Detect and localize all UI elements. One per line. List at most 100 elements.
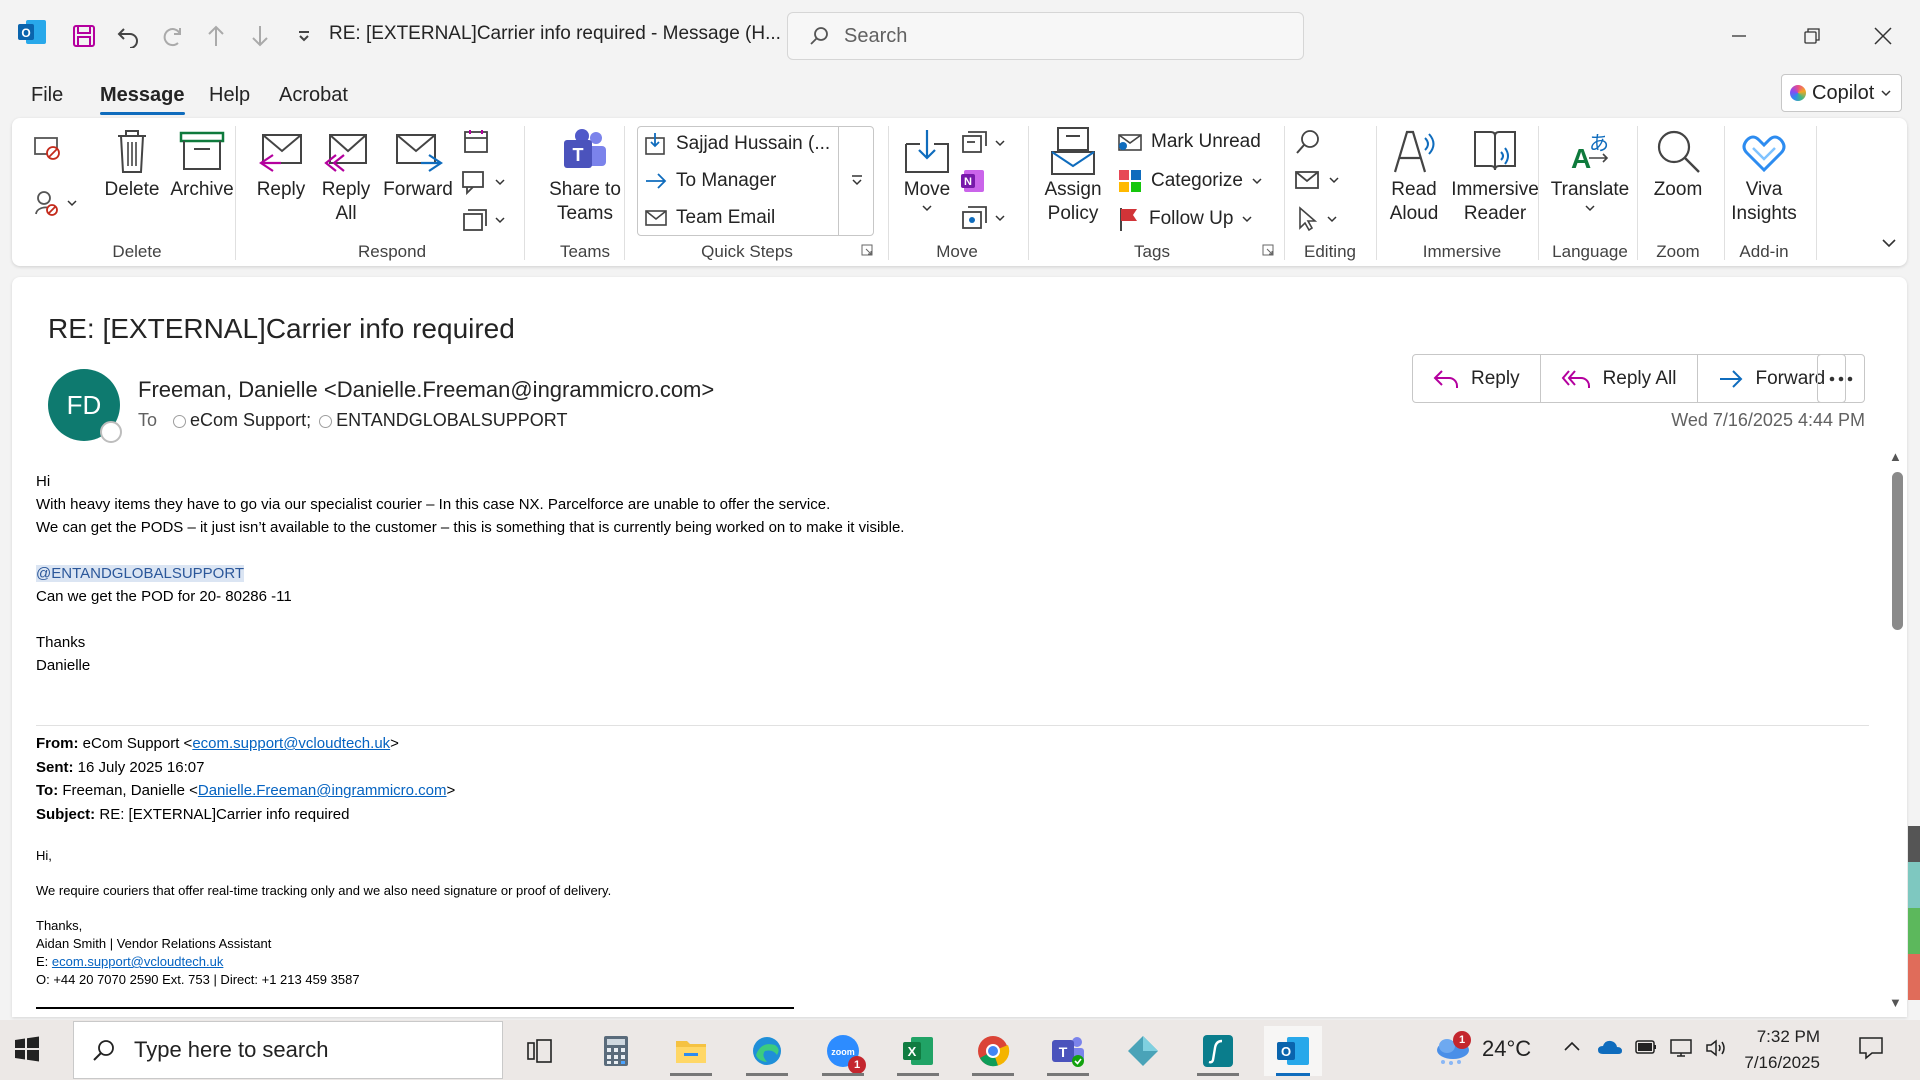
side-tab[interactable] bbox=[1908, 908, 1920, 954]
tab-help[interactable]: Help bbox=[209, 84, 250, 107]
calculator-app[interactable] bbox=[587, 1026, 645, 1076]
tags-launcher-icon[interactable] bbox=[1262, 244, 1274, 259]
temperature[interactable]: 24°C bbox=[1482, 1036, 1531, 1062]
translate-button[interactable]: Aあ Translate bbox=[1544, 126, 1636, 214]
read-aloud-label-1: Read bbox=[1391, 179, 1437, 200]
arrow-down-icon[interactable] bbox=[238, 14, 282, 58]
scroll-up-icon[interactable]: ▲ bbox=[1889, 449, 1902, 464]
outlook-app[interactable]: O bbox=[1264, 1026, 1322, 1076]
immersive-reader-button[interactable]: Immersive Reader bbox=[1448, 126, 1542, 226]
chevron-up-icon bbox=[1564, 1041, 1580, 1051]
zoom-button[interactable]: Zoom bbox=[1645, 126, 1711, 202]
chrome-app[interactable] bbox=[964, 1026, 1022, 1076]
onedrive-icon[interactable] bbox=[1597, 1038, 1623, 1062]
taskbar-search-placeholder: Type here to search bbox=[134, 1037, 329, 1062]
read-aloud-button[interactable]: Read Aloud bbox=[1380, 126, 1448, 226]
email-link[interactable]: ecom.support@vcloudtech.uk bbox=[52, 954, 223, 969]
quickstep-label: Team Email bbox=[676, 207, 776, 228]
app-script[interactable] bbox=[1189, 1026, 1247, 1076]
reply-all-action-button[interactable]: Reply All bbox=[1541, 355, 1698, 402]
follow-up-button[interactable]: Follow Up bbox=[1117, 206, 1253, 232]
quickstep-sajjad[interactable]: Sajjad Hussain (... bbox=[644, 132, 830, 156]
edge-app[interactable] bbox=[738, 1026, 796, 1076]
restore-button[interactable] bbox=[1782, 14, 1842, 58]
side-tab[interactable] bbox=[1908, 954, 1920, 1000]
customize-qat-icon[interactable] bbox=[282, 14, 326, 58]
categorize-button[interactable]: Categorize bbox=[1117, 168, 1263, 194]
minimize-button[interactable] bbox=[1709, 14, 1769, 58]
related-button[interactable] bbox=[1294, 168, 1340, 192]
volume-icon[interactable] bbox=[1705, 1038, 1729, 1064]
mark-unread-button[interactable]: Mark Unread bbox=[1117, 130, 1261, 154]
quick-steps-launcher-icon[interactable] bbox=[861, 244, 873, 259]
assign-policy-button[interactable]: Assign Policy bbox=[1036, 126, 1110, 226]
find-button[interactable] bbox=[1294, 128, 1322, 156]
outlook-icon: O bbox=[18, 20, 46, 44]
email-link[interactable]: Danielle.Freeman@ingrammicro.com bbox=[198, 782, 447, 799]
start-button[interactable] bbox=[14, 1036, 40, 1067]
svg-text:zoom: zoom bbox=[831, 1047, 855, 1057]
teams-app[interactable]: T bbox=[1039, 1026, 1097, 1076]
onenote-button[interactable]: N bbox=[960, 168, 986, 194]
task-view-button[interactable] bbox=[511, 1026, 569, 1076]
side-tab[interactable] bbox=[1908, 826, 1920, 862]
reply-action-button[interactable]: Reply bbox=[1413, 355, 1541, 402]
im-reply-button[interactable] bbox=[460, 168, 506, 196]
move-button[interactable]: Move bbox=[895, 126, 959, 214]
tab-message[interactable]: Message bbox=[100, 84, 185, 115]
copilot-button[interactable]: Copilot bbox=[1781, 74, 1902, 112]
scrollbar-thumb[interactable] bbox=[1892, 472, 1903, 630]
reply-button[interactable]: Reply bbox=[250, 126, 312, 202]
delete-button[interactable]: Delete bbox=[97, 126, 167, 202]
junk-button[interactable] bbox=[32, 188, 78, 218]
recipient[interactable]: eCom Support; bbox=[173, 410, 311, 431]
zoom-app[interactable]: zoom 1 bbox=[814, 1026, 872, 1076]
mention[interactable]: @ENTANDGLOBALSUPPORT bbox=[36, 565, 245, 582]
file-explorer-app[interactable] bbox=[662, 1026, 720, 1076]
separator bbox=[1028, 126, 1029, 260]
quickstep-team-email[interactable]: Team Email bbox=[644, 206, 775, 230]
forward-action-label: Forward bbox=[1755, 367, 1826, 389]
close-button[interactable] bbox=[1853, 14, 1913, 58]
clock[interactable]: 7:32 PM 7/16/2025 bbox=[1730, 1024, 1820, 1076]
reply-all-label-1: Reply bbox=[321, 179, 371, 200]
share-to-teams-button[interactable]: T Share to Teams bbox=[535, 126, 635, 226]
undo-icon[interactable] bbox=[106, 14, 150, 58]
quick-steps-more-button[interactable] bbox=[838, 126, 874, 236]
assign-label-2: Policy bbox=[1047, 203, 1099, 224]
select-button[interactable] bbox=[1294, 206, 1338, 232]
reply-all-button[interactable]: Reply All bbox=[315, 126, 377, 226]
scroll-down-icon[interactable]: ▼ bbox=[1889, 995, 1902, 1010]
quickstep-to-manager[interactable]: To Manager bbox=[644, 169, 776, 193]
meeting-reply-button[interactable] bbox=[462, 128, 490, 156]
quoted-line: O: +44 20 7070 2590 Ext. 753 | Direct: +… bbox=[36, 972, 360, 987]
app-diamond[interactable] bbox=[1114, 1026, 1172, 1076]
tab-file[interactable]: File bbox=[31, 84, 63, 107]
network-icon[interactable] bbox=[1668, 1038, 1694, 1064]
arrow-up-icon[interactable] bbox=[194, 14, 238, 58]
search-input[interactable]: Search bbox=[787, 12, 1304, 60]
tab-acrobat[interactable]: Acrobat bbox=[279, 84, 348, 107]
sender[interactable]: Freeman, Danielle <Danielle.Freeman@ingr… bbox=[138, 377, 714, 403]
more-actions-button[interactable] bbox=[1817, 354, 1865, 403]
ignore-button[interactable] bbox=[32, 132, 62, 162]
side-tab[interactable] bbox=[1908, 862, 1920, 908]
recipient[interactable]: ENTANDGLOBALSUPPORT bbox=[319, 410, 567, 431]
redo-icon[interactable] bbox=[150, 14, 194, 58]
rules-button[interactable] bbox=[960, 130, 1006, 156]
more-move-button[interactable] bbox=[960, 204, 1006, 232]
notifications-button[interactable] bbox=[1858, 1036, 1884, 1066]
forward-button[interactable]: Forward bbox=[380, 126, 456, 202]
restore-icon bbox=[1804, 28, 1820, 44]
archive-button[interactable]: Archive bbox=[164, 126, 240, 202]
save-icon[interactable] bbox=[62, 14, 106, 58]
signature-rule bbox=[36, 1007, 794, 1009]
more-respond-button[interactable] bbox=[460, 206, 506, 234]
viva-insights-button[interactable]: Viva Insights bbox=[1728, 126, 1800, 226]
taskbar-search-input[interactable]: Type here to search bbox=[73, 1021, 503, 1079]
ribbon-options-button[interactable] bbox=[1881, 236, 1897, 250]
email-link[interactable]: ecom.support@vcloudtech.uk bbox=[192, 735, 390, 752]
excel-app[interactable]: X bbox=[889, 1026, 947, 1076]
battery-icon[interactable] bbox=[1634, 1038, 1658, 1062]
show-hidden-icons-button[interactable] bbox=[1563, 1036, 1581, 1059]
